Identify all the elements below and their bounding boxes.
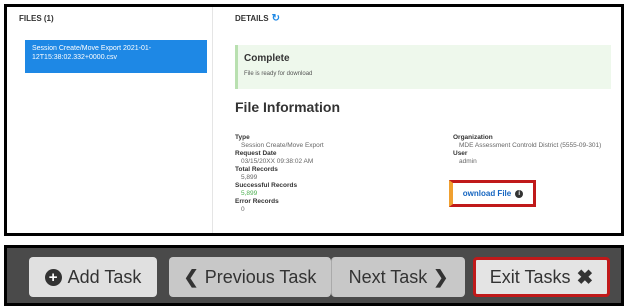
details-header: DETAILS ↻: [235, 13, 280, 23]
file-information-title: File Information: [235, 99, 340, 115]
status-text: File is ready for download: [244, 71, 313, 77]
file-list-item[interactable]: Session Create/Move Export 2021-01-12T15…: [25, 40, 207, 73]
next-task-label: Next Task: [348, 266, 428, 287]
chevron-left-icon: ❮: [183, 266, 199, 287]
status-title: Complete: [244, 53, 290, 64]
successful-records-label: Successful Records: [235, 182, 298, 189]
type-value: Session Create/Move Export: [241, 142, 324, 149]
exit-tasks-button[interactable]: Exit Tasks ✖: [473, 257, 610, 297]
total-records-label: Total Records: [235, 166, 278, 173]
next-task-button[interactable]: Next Task ❯: [331, 257, 465, 297]
exit-tasks-label: Exit Tasks: [489, 266, 571, 287]
download-file-button[interactable]: ownload File i: [449, 180, 536, 207]
error-records-value: 0: [241, 206, 245, 213]
organization-value: MDE Assessment Controld District (5555-0…: [459, 142, 602, 149]
download-file-label: ownload File: [462, 189, 512, 198]
file-info-right-column: Organization MDE Assessment Controld Dis…: [453, 134, 601, 166]
type-label: Type: [235, 134, 250, 141]
file-export-panel: FILES (1) Session Create/Move Export 202…: [4, 4, 624, 236]
previous-task-label: Previous Task: [204, 266, 317, 287]
user-label: User: [453, 150, 468, 157]
previous-task-button[interactable]: ❮ Previous Task: [169, 257, 331, 297]
details-header-label: DETAILS: [235, 14, 269, 23]
request-date-label: Request Date: [235, 150, 277, 157]
add-task-button[interactable]: + Add Task: [29, 257, 157, 297]
total-records-value: 5,899: [241, 174, 258, 181]
user-value: admin: [459, 158, 477, 165]
task-toolbar: + Add Task ❮ Previous Task Next Task ❯ E…: [4, 245, 624, 306]
refresh-icon[interactable]: ↻: [272, 13, 280, 23]
status-alert: Complete File is ready for download: [235, 45, 611, 89]
details-pane: DETAILS ↻ Complete File is ready for dow…: [214, 7, 621, 233]
request-date-value: 03/15/20XX 09:38:02 AM: [241, 158, 314, 165]
files-header: FILES (1): [19, 14, 54, 23]
file-info-left-column: Type Session Create/Move Export Request …: [235, 134, 324, 214]
organization-label: Organization: [453, 134, 493, 141]
files-pane: FILES (1) Session Create/Move Export 202…: [7, 7, 213, 233]
successful-records-value: 5,899: [241, 190, 258, 197]
chevron-right-icon: ❯: [433, 266, 449, 287]
error-records-label: Error Records: [235, 198, 279, 205]
add-task-label: Add Task: [67, 266, 142, 287]
plus-circle-icon: +: [44, 268, 62, 286]
info-icon: i: [515, 189, 524, 198]
close-icon: ✖: [576, 266, 594, 289]
